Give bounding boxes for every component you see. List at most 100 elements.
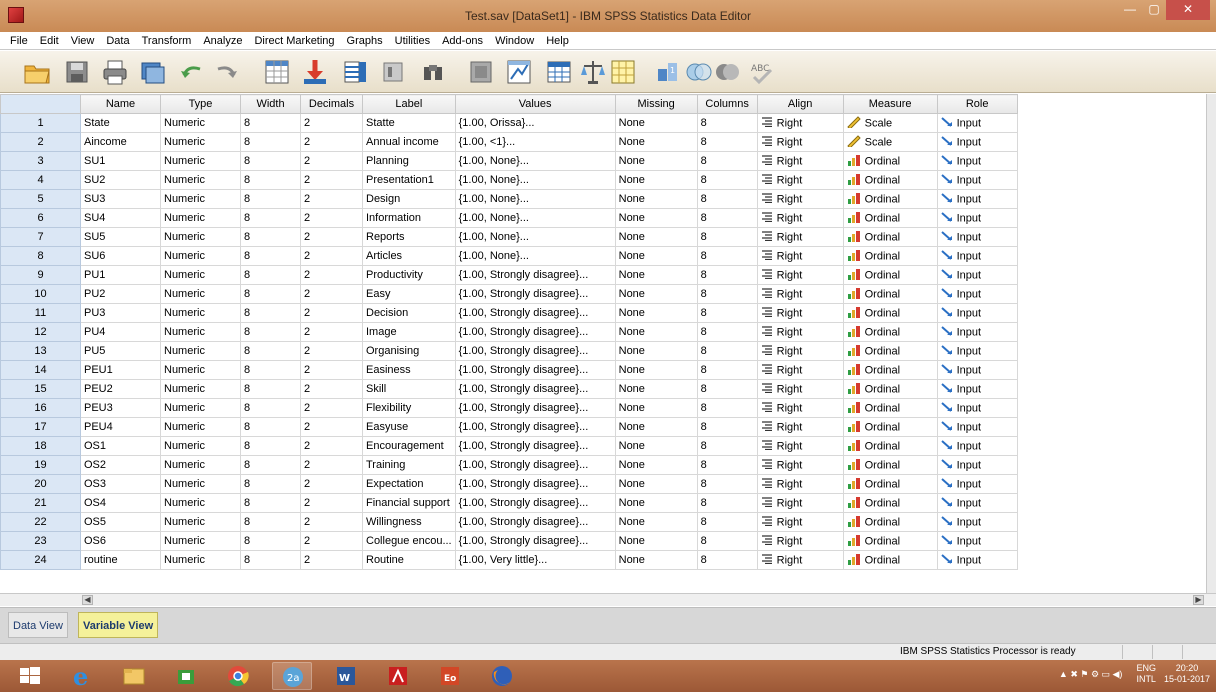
row-number[interactable]: 9 [0,265,81,285]
cell-role[interactable]: Input [936,151,1018,171]
scroll-right-icon[interactable]: ▶ [1193,595,1204,605]
cell-values[interactable]: {1.00, Strongly disagree}... [454,531,616,551]
spss-icon[interactable]: 2a [272,662,312,690]
cell-role[interactable]: Input [936,113,1018,133]
cell-missing[interactable]: None [614,360,698,380]
row-number[interactable]: 19 [0,455,81,475]
cell-measure[interactable]: Ordinal [842,398,938,418]
cell-decimals[interactable]: 2 [300,436,363,456]
cell-type[interactable]: Numeric [160,170,241,190]
cell-label[interactable]: Flexibility [362,398,456,418]
column-header-values[interactable]: Values [454,94,616,114]
cell-values[interactable]: {1.00, Strongly disagree}... [454,360,616,380]
cell-measure[interactable]: Ordinal [842,512,938,532]
cell-missing[interactable]: None [614,227,698,247]
cell-missing[interactable]: None [614,322,698,342]
cell-label[interactable]: Financial support [362,493,456,513]
cell-name[interactable]: SU6 [80,246,161,266]
cell-width[interactable]: 8 [240,474,301,494]
cell-align[interactable]: Right [756,417,844,437]
cell-measure[interactable]: Ordinal [842,436,938,456]
cell-type[interactable]: Numeric [160,303,241,323]
column-header-missing[interactable]: Missing [614,94,698,114]
row-number[interactable]: 21 [0,493,81,513]
cell-decimals[interactable]: 2 [300,531,363,551]
column-header-align[interactable]: Align [756,94,844,114]
cell-name[interactable]: OS6 [80,531,161,551]
cell-missing[interactable]: None [614,398,698,418]
cell-columns[interactable]: 8 [696,227,758,247]
cell-decimals[interactable]: 2 [300,113,363,133]
cell-align[interactable]: Right [756,436,844,456]
cell-values[interactable]: {1.00, Very little}... [454,550,616,570]
cell-width[interactable]: 8 [240,132,301,152]
internet-explorer-icon[interactable]: e [62,662,102,691]
cell-role[interactable]: Input [936,360,1018,380]
cell-measure[interactable]: Ordinal [842,531,938,551]
vertical-scrollbar[interactable] [1206,94,1216,606]
cell-values[interactable]: {1.00, Strongly disagree}... [454,379,616,399]
cell-columns[interactable]: 8 [696,246,758,266]
table-row[interactable]: 13 PU5 Numeric 8 2 Organising {1.00, Strongly … [0,341,1018,361]
row-number[interactable]: 7 [0,227,81,247]
open-file-icon[interactable] [22,57,52,87]
row-number[interactable]: 23 [0,531,81,551]
table-row[interactable]: 23 OS6 Numeric 8 2 Collegue encou... {1.00, St… [0,531,1018,551]
cell-label[interactable]: Easy [362,284,456,304]
cell-name[interactable]: Aincome [80,132,161,152]
cell-name[interactable]: SU3 [80,189,161,209]
cell-decimals[interactable]: 2 [300,398,363,418]
cell-role[interactable]: Input [936,303,1018,323]
cell-decimals[interactable]: 2 [300,151,363,171]
cell-columns[interactable]: 8 [696,170,758,190]
cell-role[interactable]: Input [936,512,1018,532]
cell-measure[interactable]: Ordinal [842,417,938,437]
table-row[interactable]: 8 SU6 Numeric 8 2 Articles {1.00, None}... None… [0,246,1018,266]
cell-measure[interactable]: Ordinal [842,455,938,475]
cell-name[interactable]: SU1 [80,151,161,171]
cell-missing[interactable]: None [614,455,698,475]
cell-align[interactable]: Right [756,246,844,266]
cell-name[interactable]: routine [80,550,161,570]
table-row[interactable]: 18 OS1 Numeric 8 2 Encouragement {1.00, Strong… [0,436,1018,456]
maximize-button[interactable]: ▢ [1142,0,1166,20]
cell-type[interactable]: Numeric [160,512,241,532]
cell-missing[interactable]: None [614,303,698,323]
cell-missing[interactable]: None [614,531,698,551]
menu-data[interactable]: Data [100,35,135,47]
cell-role[interactable]: Input [936,398,1018,418]
cell-align[interactable]: Right [756,284,844,304]
row-number[interactable]: 4 [0,170,81,190]
cell-missing[interactable]: None [614,151,698,171]
cell-label[interactable]: Easiness [362,360,456,380]
cell-align[interactable]: Right [756,398,844,418]
go-to-variable-icon[interactable] [300,57,330,87]
cell-align[interactable]: Right [756,170,844,190]
cell-values[interactable]: {1.00, None}... [454,170,616,190]
cell-type[interactable]: Numeric [160,455,241,475]
column-header-measure[interactable]: Measure [842,94,938,114]
cell-decimals[interactable]: 2 [300,246,363,266]
row-number[interactable]: 18 [0,436,81,456]
cell-type[interactable]: Numeric [160,113,241,133]
cell-decimals[interactable]: 2 [300,417,363,437]
split-file-icon[interactable] [544,57,574,87]
cell-measure[interactable]: Ordinal [842,246,938,266]
cell-columns[interactable]: 8 [696,151,758,171]
cell-role[interactable]: Input [936,436,1018,456]
menu-direct-marketing[interactable]: Direct Marketing [248,35,340,47]
row-number[interactable]: 2 [0,132,81,152]
cell-missing[interactable]: None [614,208,698,228]
cell-values[interactable]: {1.00, Strongly disagree}... [454,436,616,456]
cell-width[interactable]: 8 [240,208,301,228]
cell-type[interactable]: Numeric [160,474,241,494]
use-sets-icon[interactable] [684,57,714,87]
cell-align[interactable]: Right [756,550,844,570]
start-icon[interactable] [10,662,50,690]
cell-width[interactable]: 8 [240,493,301,513]
row-number[interactable]: 20 [0,474,81,494]
row-number[interactable]: 10 [0,284,81,304]
column-header-role[interactable]: Role [936,94,1018,114]
row-number[interactable]: 5 [0,189,81,209]
print-icon[interactable] [100,57,130,87]
